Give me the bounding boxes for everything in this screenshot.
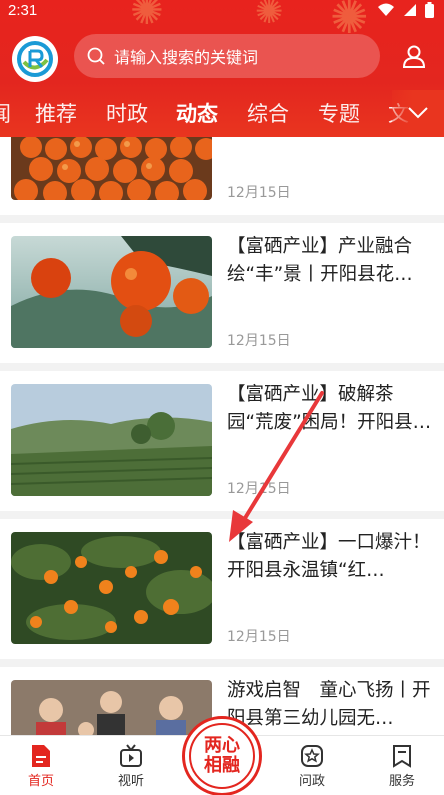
news-date: 12月15日: [227, 629, 291, 645]
news-card[interactable]: 【富硒产业】破解茶园“荒废”困局！开阳县… 12月15日: [0, 371, 444, 511]
tab-politics[interactable]: 时政: [106, 98, 148, 128]
battery-icon: [425, 2, 434, 18]
news-thumbnail: [11, 137, 212, 200]
app-logo-icon: [17, 41, 53, 77]
news-card[interactable]: 12月15日: [0, 137, 444, 215]
nav-video[interactable]: 视听: [101, 742, 161, 789]
tab-more-button[interactable]: [392, 90, 444, 136]
tv-icon: [120, 744, 142, 767]
news-card[interactable]: 【富硒产业】产业融合绘“丰”景丨开阳县花… 12月15日: [0, 223, 444, 363]
center-feature-label: 两心 相融: [189, 723, 255, 789]
nav-inquiry-label: 问政: [298, 774, 325, 789]
star-badge-icon: [301, 745, 323, 767]
news-thumbnail: [11, 532, 212, 644]
status-bar: 2:31: [0, 0, 444, 24]
news-thumbnail: [11, 384, 212, 496]
nav-service[interactable]: 服务: [372, 742, 432, 789]
news-card[interactable]: 【富硒产业】一口爆汁！开阳县永温镇“红… 12月15日: [0, 519, 444, 659]
news-title: 游戏启智 童心飞扬丨开阳县第三幼儿园无…: [227, 680, 431, 729]
wifi-icon: [378, 3, 394, 16]
news-thumbnail: [11, 680, 212, 735]
user-profile-button[interactable]: [394, 36, 434, 76]
nav-home-label: 首页: [27, 774, 54, 789]
user-icon: [402, 45, 426, 68]
home-doc-icon: [32, 745, 50, 767]
news-date: 12月15日: [227, 481, 291, 497]
app-logo[interactable]: [12, 36, 58, 82]
bottom-navigation: 首页 视听 两心 相融 问政 服务: [0, 716, 444, 795]
status-time: 2:31: [8, 2, 38, 19]
tab-comprehensive[interactable]: 综合: [247, 98, 289, 128]
search-bar[interactable]: 请输入搜索的关键词: [74, 34, 380, 78]
signal-icon: [404, 4, 416, 16]
news-title: 【富硒产业】产业融合绘“丰”景丨开阳县花…: [227, 236, 413, 285]
nav-home[interactable]: 首页: [11, 742, 71, 789]
news-thumbnail: [11, 236, 212, 348]
nav-video-label: 视听: [117, 774, 144, 789]
tab-news[interactable]: 闻: [0, 98, 11, 128]
news-date: 12月15日: [227, 333, 291, 349]
news-title: 【富硒产业】一口爆汁！开阳县永温镇“红…: [227, 532, 431, 581]
news-feed: 12月15日 【富硒产业】产业融合绘“丰”景丨开阳县花… 12月15日 【富硒产…: [0, 137, 444, 735]
nav-inquiry[interactable]: 问政: [282, 742, 342, 789]
chevron-down-icon: [408, 107, 428, 119]
news-title: 【富硒产业】破解茶园“荒废”困局！开阳县…: [227, 384, 432, 433]
center-feature-button[interactable]: 两心 相融: [182, 716, 262, 795]
category-tabs: 闻 推荐 时政 动态 综合 专题 文: [0, 90, 444, 136]
nav-service-label: 服务: [388, 774, 415, 789]
tab-dynamics[interactable]: 动态: [176, 98, 218, 128]
search-icon: [87, 47, 105, 65]
service-flag-icon: [393, 745, 411, 768]
app-header: ✺ ✺ ✺ 2:31 请输入搜索的关键词 闻 推荐 时政 动态 综合 专题: [0, 0, 444, 137]
search-placeholder: 请输入搜索的关键词: [114, 48, 259, 67]
tab-recommend[interactable]: 推荐: [35, 98, 77, 128]
tab-special[interactable]: 专题: [318, 98, 360, 128]
news-date: 12月15日: [227, 185, 291, 201]
